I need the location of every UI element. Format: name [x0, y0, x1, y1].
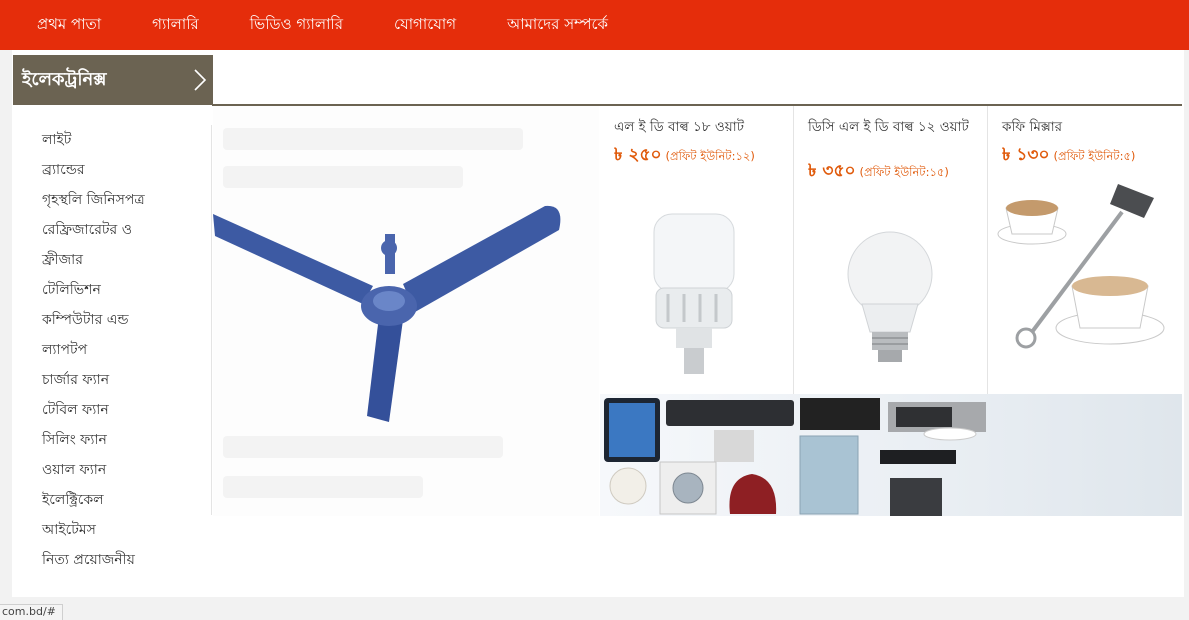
product-card[interactable]: ডিসি এল ই ডি বাল্ব ১২ ওয়াট ৳ ৩৫০ (প্রফিট…	[794, 106, 988, 394]
category-item-television[interactable]: টেলিভিশন	[12, 275, 211, 305]
profit-unit: (প্রফিট ইউনিট:১৫)	[859, 165, 949, 179]
nav-about-us[interactable]: আমাদের সম্পর্কে	[507, 13, 608, 38]
nav-gallery[interactable]: গ্যালারি	[152, 13, 199, 38]
category-item-light[interactable]: লাইট	[12, 125, 211, 155]
category-list: লাইট ব্র্যান্ডের গৃহস্থলি জিনিসপত্র রেফ্…	[12, 125, 212, 568]
category-item-ceiling-fan[interactable]: সিলিং ফ্যান	[12, 425, 211, 455]
category-item-freezer[interactable]: ফ্রীজার	[12, 245, 211, 275]
category-item-daily-needs[interactable]: নিত্য প্রয়োজনীয়	[12, 545, 211, 575]
page: প্রথম পাতা গ্যালারি ভিডিও গ্যালারি যোগায…	[0, 0, 1189, 620]
category-item-brand[interactable]: ব্র্যান্ডের	[12, 155, 211, 185]
category-item-computer[interactable]: কম্পিউটার এন্ড	[12, 305, 211, 335]
price-row: ৳ ৩৫০ (প্রফিট ইউনিট:১৫)	[808, 158, 949, 186]
product-card[interactable]: এল ই ডি বাল্ব ১৮ ওয়াট ৳ ২৫০ (প্রফিট ইউনি…	[600, 106, 794, 394]
nav-home[interactable]: প্রথম পাতা	[37, 13, 101, 38]
led-bulb-image[interactable]	[604, 204, 784, 384]
category-item-refrigerator[interactable]: রেফ্রিজারেটর ও	[12, 215, 211, 245]
product-price: ৳ ২৫০	[614, 145, 662, 165]
product-name[interactable]: কফি মিক্সার	[1002, 120, 1172, 135]
category-item-laptop[interactable]: ল্যাপটপ	[12, 335, 211, 365]
profit-unit: (প্রফিট ইউনিট:৫)	[1053, 149, 1136, 163]
appliances-image	[604, 398, 986, 516]
ceiling-fan-image	[213, 205, 561, 422]
category-header[interactable]: ইলেকট্রনিক্স	[13, 55, 213, 105]
category-item-household[interactable]: গৃহস্থলি জিনিসপত্র	[12, 185, 211, 215]
category-item-table-fan[interactable]: টেবিল ফ্যান	[12, 395, 211, 425]
category-item-items[interactable]: আইটেমস	[12, 515, 211, 545]
category-item-charger-fan[interactable]: চার্জার ফ্যান	[12, 365, 211, 395]
top-navigation: প্রথম পাতা গ্যালারি ভিডিও গ্যালারি যোগায…	[0, 0, 1189, 50]
main-content: ইলেকট্রনিক্স লাইট ব্র্যান্ডের গৃহস্থলি জ…	[12, 50, 1184, 597]
led-bulb-image[interactable]	[798, 204, 978, 384]
coffee-mixer-image[interactable]	[992, 178, 1172, 358]
nav-contact[interactable]: যোগাযোগ	[394, 13, 456, 38]
status-bar-url: com.bd/#	[0, 604, 63, 620]
price-row: ৳ ২৫০ (প্রফিট ইউনিট:১২)	[614, 142, 755, 170]
category-item-wall-fan[interactable]: ওয়াল ফ্যান	[12, 455, 211, 485]
category-item-electrical[interactable]: ইলেক্ট্রিকেল	[12, 485, 211, 515]
product-price: ৳ ১৩০	[1002, 145, 1050, 165]
profit-unit: (প্রফিট ইউনিট:১২)	[665, 149, 755, 163]
product-name[interactable]: ডিসি এল ই ডি বাল্ব ১২ ওয়াট	[808, 120, 978, 135]
appliances-banner[interactable]	[600, 394, 1182, 516]
product-card[interactable]: কফি মিক্সার ৳ ১৩০ (প্রফিট ইউনিট:৫)	[988, 106, 1182, 394]
price-row: ৳ ১৩০ (প্রফিট ইউনিট:৫)	[1002, 142, 1135, 170]
product-price: ৳ ৩৫০	[808, 161, 856, 181]
chevron-right-icon	[194, 69, 207, 91]
product-name[interactable]: এল ই ডি বাল্ব ১৮ ওয়াট	[614, 120, 784, 135]
nav-video-gallery[interactable]: ভিডিও গ্যালারি	[250, 13, 343, 38]
category-title: ইলেকট্রনিক্স	[22, 68, 107, 90]
hero-banner[interactable]	[213, 106, 599, 516]
